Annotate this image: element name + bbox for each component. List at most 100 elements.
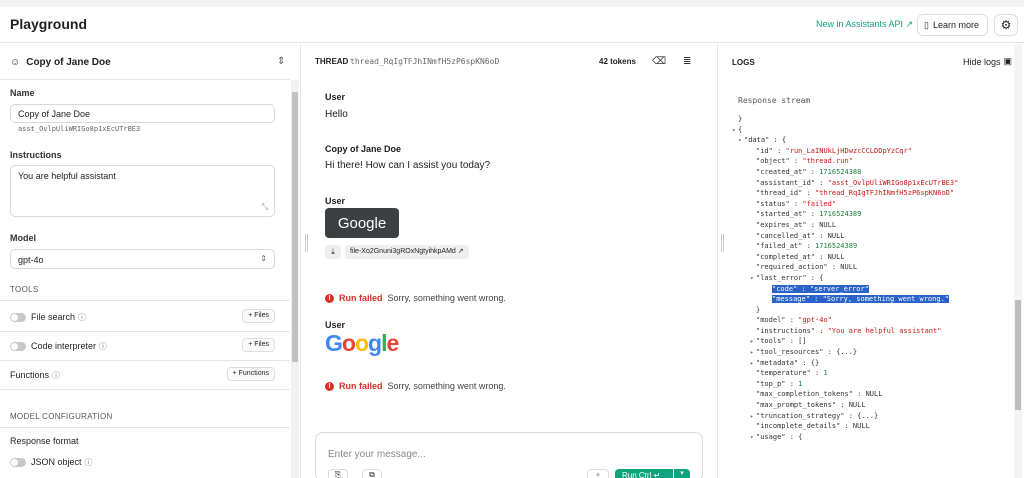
info-icon[interactable]: ⓘ bbox=[78, 312, 86, 323]
info-icon[interactable]: ⓘ bbox=[52, 370, 60, 381]
attach-file-button[interactable]: ⎘ bbox=[328, 469, 348, 478]
log-text: 1716524389 bbox=[815, 242, 858, 251]
divider bbox=[0, 427, 290, 428]
expand-icon[interactable]: ⤡ bbox=[262, 202, 268, 212]
logo-letter: o bbox=[354, 330, 369, 356]
log-line: ▸ "truncation_strategy" : {...} bbox=[719, 411, 1014, 422]
learn-more-button[interactable]: ▯ Learn more bbox=[917, 14, 988, 36]
log-line: ▾ "data" : { bbox=[719, 135, 1014, 146]
left-scrollbar-thumb[interactable] bbox=[292, 92, 298, 362]
error-icon: ! bbox=[325, 381, 334, 391]
info-icon[interactable]: ⓘ bbox=[85, 457, 93, 468]
log-line: } bbox=[719, 305, 1014, 316]
google-logo-image[interactable]: Google bbox=[325, 330, 399, 357]
add-functions-button[interactable]: + Functions bbox=[226, 367, 275, 381]
log-text: "incomplete_details" : NULL bbox=[756, 422, 870, 431]
message-input-placeholder[interactable]: Enter your message... bbox=[328, 449, 426, 460]
name-field[interactable]: Copy of Jane Doe bbox=[10, 104, 275, 123]
log-line: "started_at" : 1716524389 bbox=[719, 209, 1014, 220]
log-text: "failed_at" : bbox=[756, 242, 816, 251]
log-text: "instructions" : bbox=[756, 326, 828, 335]
file-name-text: file-Xo2Gnuni3gROxNgtyihkpAMd bbox=[350, 248, 456, 255]
info-icon[interactable]: ⓘ bbox=[99, 341, 107, 352]
log-line: ▸ "metadata" : {} bbox=[719, 358, 1014, 369]
log-text: "status" : bbox=[756, 199, 803, 208]
file-search-toggle[interactable] bbox=[10, 312, 26, 322]
log-text: "max_completion_tokens" : NULL bbox=[756, 390, 883, 399]
hide-logs-button[interactable]: Hide logs ▣ bbox=[963, 56, 1012, 67]
code-interpreter-toggle[interactable] bbox=[10, 341, 26, 351]
response-stream-label: Response stream bbox=[738, 96, 811, 105]
log-line: "created_at" : 1716524388 bbox=[719, 167, 1014, 178]
json-object-toggle[interactable] bbox=[10, 457, 26, 467]
log-text: "object" : bbox=[756, 157, 803, 166]
log-text: { bbox=[738, 125, 743, 134]
response-format-label: Response format bbox=[10, 436, 79, 446]
log-text: "required_action" : NULL bbox=[756, 263, 858, 272]
log-line: ▸ "tool_resources" : {...} bbox=[719, 347, 1014, 358]
file-name-link[interactable]: file-Xo2Gnuni3gROxNgtyihkpAMd ↗ bbox=[345, 245, 469, 259]
settings-button[interactable]: ⚙ bbox=[994, 14, 1018, 36]
thread-id: thread_RqIgTFJhINmfH5zP6spKN6oD bbox=[350, 57, 500, 66]
assistant-id: asst_OvlpUliWRIGo8p1xEcUTrBE3 bbox=[18, 125, 141, 133]
file-search-add-files-button[interactable]: + Files bbox=[242, 309, 275, 323]
model-select[interactable]: gpt-4o ⇕ bbox=[10, 249, 275, 269]
chevron-up-down-icon: ⇕ bbox=[260, 254, 267, 263]
message-text: Hi there! How can I assist you today? bbox=[325, 160, 491, 171]
run-failed-message: ! Run failed Sorry, something went wrong… bbox=[325, 381, 506, 391]
logs-title: LOGS bbox=[732, 58, 755, 67]
name-label: Name bbox=[10, 88, 35, 98]
tool-file-search: File search ⓘ + Files bbox=[10, 309, 275, 325]
chevron-up-down-icon[interactable]: ⇕ bbox=[277, 56, 285, 67]
code-button[interactable]: ⧉ bbox=[362, 469, 382, 478]
image-text: Google bbox=[337, 214, 387, 232]
model-select-value: gpt-4o bbox=[18, 255, 44, 265]
json-object-row: JSON object ⓘ bbox=[10, 454, 275, 470]
log-line: "required_action" : NULL bbox=[719, 262, 1014, 273]
log-text: "cancelled_at" : NULL bbox=[756, 231, 845, 240]
log-line: "max_prompt_tokens" : NULL bbox=[719, 400, 1014, 411]
run-dropdown-button[interactable]: ▾ bbox=[674, 469, 690, 478]
log-text: 1 bbox=[823, 369, 828, 378]
log-text: "assistant_id" : bbox=[756, 178, 828, 187]
thread-panel: THREAD thread_RqIgTFJhINmfH5zP6spKN6oD 4… bbox=[302, 44, 718, 478]
log-text: "thread_RqIgTFJhINmfH5zP6spKN6oD" bbox=[815, 189, 955, 198]
run-button[interactable]: Run Ctrl ↵ bbox=[615, 469, 673, 478]
download-icon[interactable]: ⤓ bbox=[325, 245, 341, 259]
highlighted-log-text: "code" : "server_error" bbox=[772, 284, 869, 293]
json-log-view[interactable]: } ▾{▾ "data" : {"id" : "run_LaINUkLjHDwzcC… bbox=[719, 114, 1014, 442]
logs-scrollbar-track[interactable] bbox=[1014, 44, 1022, 478]
log-text: "truncation_strategy" : {...} bbox=[756, 411, 879, 420]
instructions-field[interactable]: You are helpful assistant ⤡ bbox=[10, 165, 275, 217]
clear-thread-icon[interactable]: ⌫ bbox=[652, 56, 666, 67]
log-line: "code" : "server_error" bbox=[719, 284, 1014, 295]
log-text: "started_at" : bbox=[756, 210, 820, 219]
log-text: "thread.run" bbox=[802, 157, 853, 166]
log-text: 1716524389 bbox=[819, 210, 862, 219]
add-message-button[interactable]: + bbox=[587, 469, 609, 478]
log-line: "expires_at" : NULL bbox=[719, 220, 1014, 231]
paperclip-icon: ⎘ bbox=[334, 470, 342, 478]
run-failed-label: Run failed bbox=[339, 381, 383, 391]
book-icon: ▯ bbox=[924, 19, 929, 30]
message-composer[interactable]: Enter your message... ⎘ ⧉ + Run Ctrl ↵ ▾ bbox=[315, 432, 703, 478]
new-in-assistants-api-link[interactable]: New in Assistants API ↗ bbox=[816, 19, 913, 30]
message-text: Hello bbox=[325, 109, 348, 120]
message-role: User bbox=[325, 92, 346, 102]
divider bbox=[0, 331, 290, 332]
database-icon[interactable]: ≣ bbox=[683, 56, 691, 67]
divider bbox=[0, 360, 290, 361]
assistant-selector[interactable]: ☺ Copy of Jane Doe bbox=[10, 57, 111, 68]
attached-image[interactable]: Google bbox=[325, 208, 399, 238]
log-text: "You are helpful assistant" bbox=[827, 326, 942, 335]
divider bbox=[0, 389, 290, 390]
logs-scrollbar-thumb[interactable] bbox=[1015, 300, 1021, 410]
hide-logs-label: Hide logs bbox=[963, 56, 1001, 67]
token-count: 42 tokens bbox=[599, 57, 636, 66]
log-line: "completed_at" : NULL bbox=[719, 252, 1014, 263]
message-role: Copy of Jane Doe bbox=[325, 144, 402, 154]
log-text: "temperature" : bbox=[756, 369, 824, 378]
robot-icon: ☺ bbox=[10, 57, 21, 68]
code-icon: ⧉ bbox=[369, 470, 375, 478]
code-interpreter-add-files-button[interactable]: + Files bbox=[242, 338, 275, 352]
